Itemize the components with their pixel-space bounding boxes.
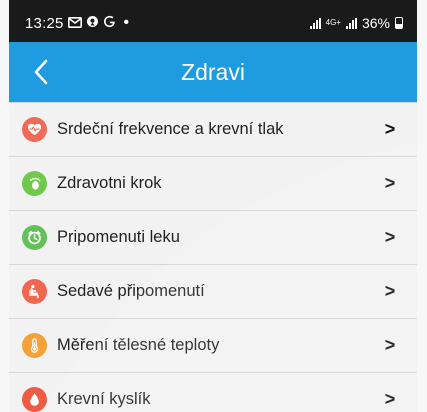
battery-percent: 36% xyxy=(361,15,390,31)
more-notifications-dot-icon: • xyxy=(123,14,130,31)
status-left: 13:25 • xyxy=(25,14,129,32)
menu-item-medication-reminder[interactable]: Pripomenuti leku > xyxy=(9,211,417,265)
gmail-notification-icon xyxy=(67,16,82,31)
menu-item-label: Srdeční frekvence a krevní tlak xyxy=(57,120,284,138)
menu-item-label: Sedavé připomenutí xyxy=(57,282,205,300)
signal-strength-icon xyxy=(309,17,321,29)
phone-screen: 13:25 • 4G+ 36% Zdravi Srdeční frekvence… xyxy=(9,0,417,412)
pill-clock-icon xyxy=(22,225,47,250)
status-bar: 13:25 • 4G+ 36% xyxy=(9,0,417,42)
menu-item-label: Krevní kyslík xyxy=(57,390,151,408)
chevron-right-icon: > xyxy=(384,281,396,301)
seated-person-icon xyxy=(22,279,47,304)
page-title: Zdravi xyxy=(181,59,245,85)
health-menu-list: Srdeční frekvence a krevní tlak > Zdravo… xyxy=(9,102,417,412)
status-time: 13:25 xyxy=(25,14,64,32)
app-bar: Zdravi xyxy=(9,42,417,102)
footprint-icon xyxy=(22,171,47,196)
heart-pulse-icon xyxy=(22,117,47,142)
signal-strength-2-icon xyxy=(345,17,357,29)
screen: 13:25 • 4G+ 36% Zdravi Srdeční frekvence… xyxy=(0,0,427,412)
battery-icon xyxy=(395,17,403,29)
status-right: 4G+ 36% xyxy=(309,15,403,31)
chevron-right-icon: > xyxy=(384,335,396,355)
menu-item-body-temperature[interactable]: Měření tělesné teploty > xyxy=(9,319,417,373)
chevron-right-icon: > xyxy=(384,173,396,193)
network-type: 4G+ xyxy=(325,18,341,27)
google-notification-icon xyxy=(103,15,116,31)
menu-item-sedentary-reminder[interactable]: Sedavé připomenutí > xyxy=(9,265,417,319)
chevron-right-icon: > xyxy=(384,119,396,139)
blood-drop-icon xyxy=(22,387,47,412)
app-notification-icon xyxy=(86,15,99,31)
menu-item-label: Zdravotni krok xyxy=(57,174,162,192)
menu-item-label: Pripomenuti leku xyxy=(57,228,180,246)
chevron-right-icon: > xyxy=(384,227,396,247)
menu-item-heart-rate-blood-pressure[interactable]: Srdeční frekvence a krevní tlak > xyxy=(9,102,417,157)
menu-item-blood-oxygen[interactable]: Krevní kyslík > xyxy=(9,373,417,412)
thermometer-icon xyxy=(22,333,47,358)
menu-item-health-steps[interactable]: Zdravotni krok > xyxy=(9,157,417,211)
chevron-right-icon: > xyxy=(384,389,396,409)
menu-item-label: Měření tělesné teploty xyxy=(57,336,220,354)
